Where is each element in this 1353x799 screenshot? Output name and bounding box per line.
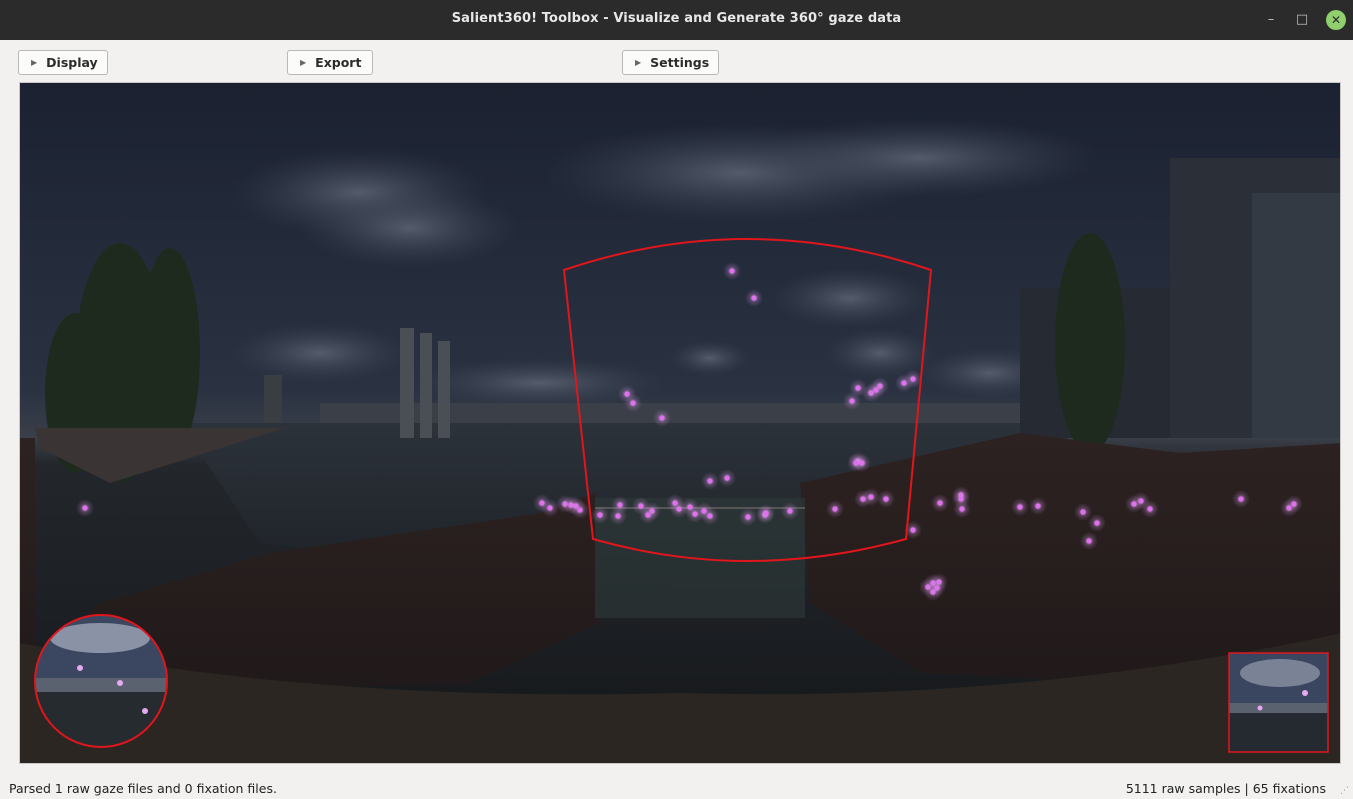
fixation-point bbox=[1086, 538, 1092, 544]
fixation-point bbox=[751, 295, 757, 301]
export-label: Export bbox=[315, 55, 362, 70]
title-bar[interactable]: Salient360! Toolbox - Visualize and Gene… bbox=[0, 0, 1353, 40]
fixation-point bbox=[855, 385, 861, 391]
fixation-point bbox=[763, 510, 769, 516]
molecule-man-statue bbox=[400, 328, 450, 438]
fixation-point bbox=[687, 504, 693, 510]
fixation-point bbox=[672, 500, 678, 506]
viewport-thumbnail[interactable] bbox=[1228, 652, 1329, 753]
fixation-point bbox=[701, 508, 707, 514]
display-expander-button[interactable]: ▶ Display bbox=[18, 50, 108, 75]
fixation-point bbox=[1291, 501, 1297, 507]
fixation-point bbox=[1017, 504, 1023, 510]
window-title: Salient360! Toolbox - Visualize and Gene… bbox=[451, 11, 902, 26]
fixation-point bbox=[547, 505, 553, 511]
sample-count: 5111 raw samples | 65 fixations bbox=[1125, 781, 1326, 796]
fixation-point bbox=[934, 585, 940, 591]
toolbar: ▶ Display ▶ Export ▶ Settings bbox=[0, 40, 1353, 82]
fixation-point bbox=[1238, 496, 1244, 502]
fixation-point bbox=[910, 527, 916, 533]
fixation-point bbox=[630, 400, 636, 406]
triangle-right-icon: ▶ bbox=[635, 58, 642, 67]
export-expander-button[interactable]: ▶ Export bbox=[287, 50, 373, 75]
status-message: Parsed 1 raw gaze files and 0 fixation f… bbox=[9, 781, 277, 796]
fixation-point bbox=[615, 513, 621, 519]
fixation-point bbox=[959, 506, 965, 512]
fixation-point bbox=[729, 268, 735, 274]
status-bar: Parsed 1 raw gaze files and 0 fixation f… bbox=[0, 776, 1353, 799]
fixation-point bbox=[937, 500, 943, 506]
fixation-point bbox=[868, 494, 874, 500]
close-button[interactable]: ✕ bbox=[1326, 10, 1346, 30]
settings-expander-button[interactable]: ▶ Settings bbox=[622, 50, 719, 75]
panorama-canvas[interactable] bbox=[20, 83, 1341, 764]
fixation-point bbox=[853, 460, 859, 466]
circular-viewport-preview[interactable] bbox=[34, 614, 168, 748]
fixation-point bbox=[1080, 509, 1086, 515]
app-window: Salient360! Toolbox - Visualize and Gene… bbox=[0, 0, 1353, 799]
minimize-button[interactable]: – bbox=[1262, 11, 1280, 29]
fixation-point bbox=[724, 475, 730, 481]
fixation-point bbox=[659, 415, 665, 421]
panorama-viewer[interactable] bbox=[19, 82, 1341, 764]
fixation-point bbox=[577, 507, 583, 513]
display-label: Display bbox=[46, 55, 98, 70]
settings-label: Settings bbox=[650, 55, 710, 70]
fixation-point bbox=[1147, 506, 1153, 512]
fixation-point bbox=[883, 496, 889, 502]
fixation-point bbox=[787, 508, 793, 514]
resize-grip-icon[interactable]: ⋰ bbox=[1340, 786, 1349, 796]
fixation-point bbox=[617, 502, 623, 508]
fixation-point bbox=[1035, 503, 1041, 509]
maximize-button[interactable]: □ bbox=[1293, 11, 1311, 29]
triangle-right-icon: ▶ bbox=[300, 58, 307, 67]
fixation-point bbox=[745, 514, 751, 520]
fixation-point bbox=[849, 398, 855, 404]
fixation-point bbox=[645, 512, 651, 518]
fixation-point bbox=[597, 512, 603, 518]
fixation-point bbox=[1138, 498, 1144, 504]
fixation-point bbox=[82, 505, 88, 511]
fixation-point bbox=[707, 478, 713, 484]
fixation-point bbox=[910, 376, 916, 382]
fixation-point bbox=[873, 387, 879, 393]
fixation-point bbox=[1094, 520, 1100, 526]
triangle-right-icon: ▶ bbox=[31, 58, 38, 67]
fixation-point bbox=[832, 506, 838, 512]
tower bbox=[264, 375, 282, 423]
